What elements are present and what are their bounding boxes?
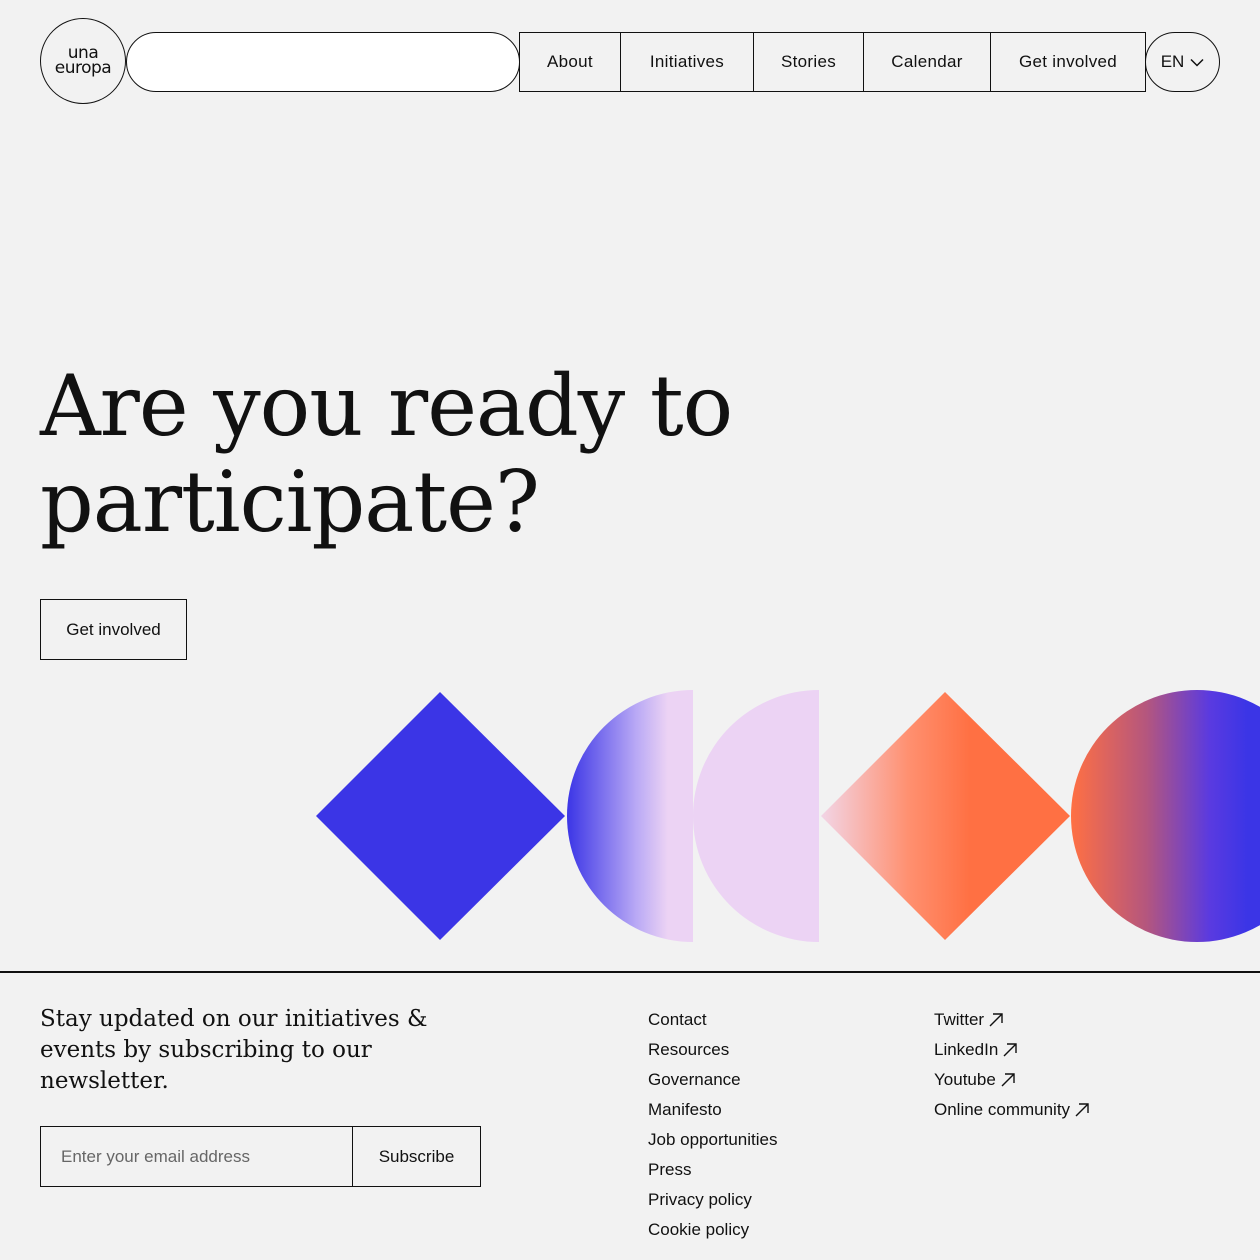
social-label-twitter: Twitter bbox=[934, 1010, 985, 1029]
footer-link-contact[interactable]: Contact bbox=[648, 1005, 777, 1035]
footer-link-cookie-policy[interactable]: Cookie policy bbox=[648, 1215, 777, 1245]
gradient-circle-shape bbox=[1071, 690, 1260, 942]
hero-title-line-1: Are you ready to bbox=[40, 357, 733, 455]
hero-title-line-2: participate? bbox=[40, 453, 540, 551]
main-nav: About Initiatives Stories Calendar Get i… bbox=[519, 32, 1146, 92]
logo-line-europa: europa bbox=[54, 58, 112, 78]
footer-link-press[interactable]: Press bbox=[648, 1155, 777, 1185]
language-selector[interactable]: EN bbox=[1145, 32, 1220, 92]
external-arrow-icon bbox=[988, 1012, 1004, 1028]
blue-diamond-shape bbox=[316, 692, 565, 940]
social-link-youtube[interactable]: Youtube bbox=[934, 1065, 1090, 1095]
nav-calendar[interactable]: Calendar bbox=[864, 33, 991, 91]
nav-get-involved[interactable]: Get involved bbox=[991, 33, 1145, 91]
social-link-online-community[interactable]: Online community bbox=[934, 1095, 1090, 1125]
external-arrow-icon bbox=[1000, 1072, 1016, 1088]
social-link-twitter[interactable]: Twitter bbox=[934, 1005, 1090, 1035]
social-links: Twitter LinkedIn Youtube Online communit… bbox=[934, 1005, 1090, 1125]
hero-title: Are you ready to participate? bbox=[40, 357, 733, 551]
decorative-shapes bbox=[316, 690, 1260, 942]
footer-link-job-opportunities[interactable]: Job opportunities bbox=[648, 1125, 777, 1155]
orange-diamond-shape bbox=[821, 692, 1070, 940]
nav-about[interactable]: About bbox=[520, 33, 621, 91]
social-link-linkedin[interactable]: LinkedIn bbox=[934, 1035, 1090, 1065]
external-arrow-icon bbox=[1002, 1042, 1018, 1058]
footer-link-resources[interactable]: Resources bbox=[648, 1035, 777, 1065]
language-label: EN bbox=[1160, 52, 1185, 71]
social-label-linkedin: LinkedIn bbox=[934, 1040, 999, 1059]
chevron-down-icon bbox=[1190, 58, 1204, 67]
footer-link-privacy-policy[interactable]: Privacy policy bbox=[648, 1185, 777, 1215]
subscribe-button[interactable]: Subscribe bbox=[352, 1127, 480, 1186]
get-involved-button[interactable]: Get involved bbox=[40, 599, 187, 660]
external-arrow-icon bbox=[1074, 1102, 1090, 1118]
search-input[interactable] bbox=[126, 32, 520, 92]
footer-divider bbox=[0, 971, 1260, 973]
email-field[interactable] bbox=[41, 1127, 352, 1186]
nav-stories[interactable]: Stories bbox=[754, 33, 864, 91]
social-label-online-community: Online community bbox=[934, 1100, 1071, 1119]
social-label-youtube: Youtube bbox=[934, 1070, 996, 1089]
newsletter-text: Stay updated on our initiatives & events… bbox=[40, 1006, 428, 1094]
newsletter-form: Subscribe bbox=[40, 1126, 481, 1187]
footer-link-governance[interactable]: Governance bbox=[648, 1065, 777, 1095]
lilac-half-circle-shape bbox=[693, 690, 819, 942]
footer-link-manifesto[interactable]: Manifesto bbox=[648, 1095, 777, 1125]
una-europa-logo[interactable]: una europa bbox=[40, 18, 126, 104]
gradient-half-circle-shape bbox=[567, 690, 693, 942]
footer-links: Contact Resources Governance Manifesto J… bbox=[648, 1005, 777, 1245]
nav-initiatives[interactable]: Initiatives bbox=[621, 33, 754, 91]
